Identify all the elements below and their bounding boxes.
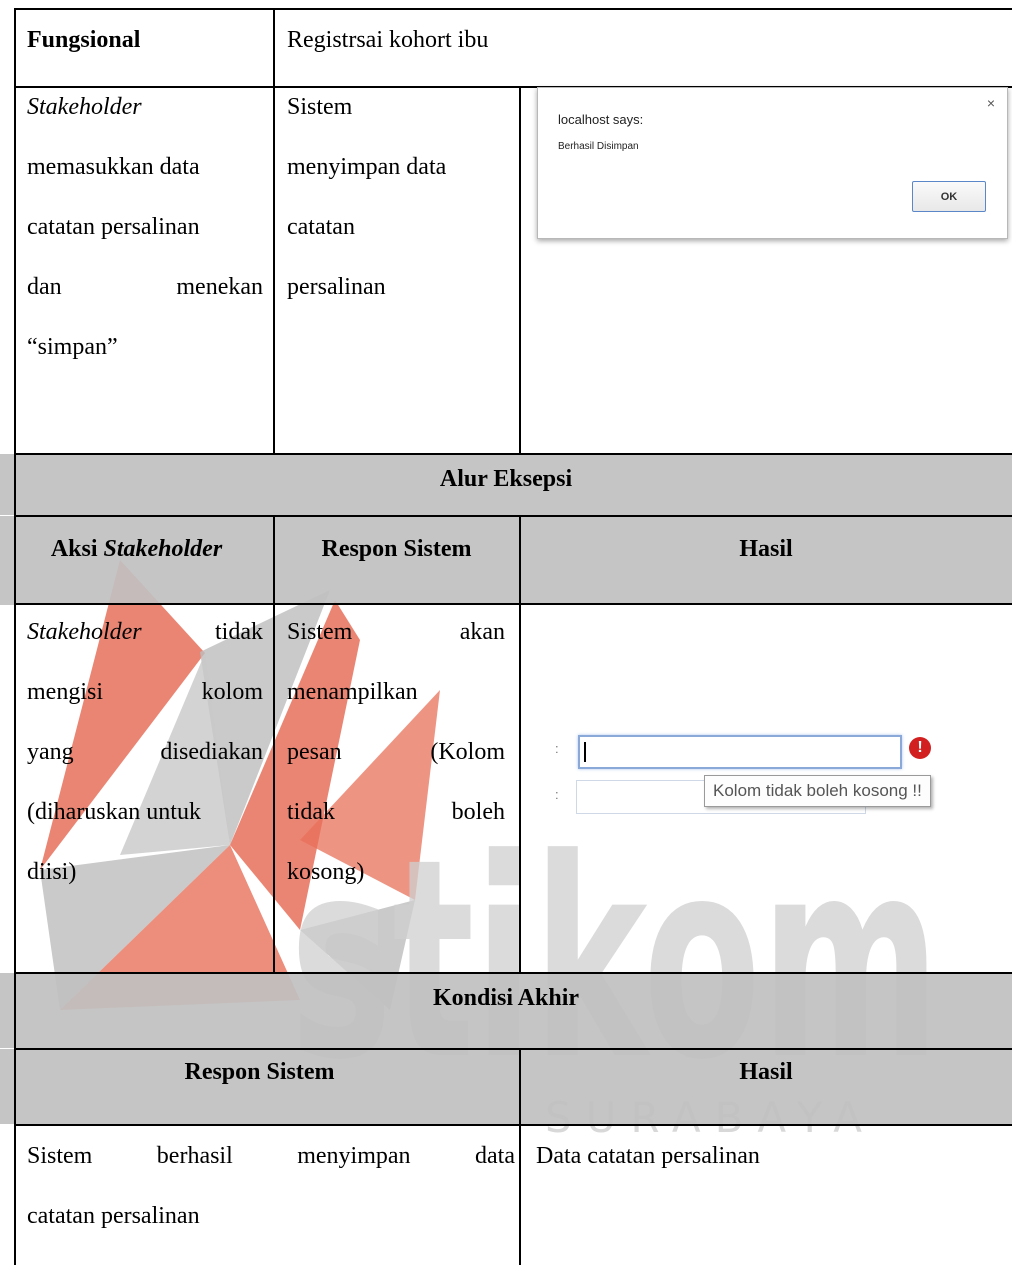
normal-stakeholder-line-2: memasukkan data xyxy=(27,154,200,180)
text-caret xyxy=(584,742,586,762)
alur-eksepsi-heading: Alur Eksepsi xyxy=(0,454,1012,515)
kondisi-hasil-text: Data catatan persalinan xyxy=(536,1126,996,1186)
table-rule xyxy=(14,1048,1012,1050)
kondisi-hasil-line-1: Data catatan persalinan xyxy=(536,1143,760,1169)
exception-system-line-4: tidak boleh xyxy=(287,782,505,842)
table-rule xyxy=(519,1048,521,1265)
exception-system-line-3: pesan (Kolom xyxy=(287,722,505,782)
word: boleh xyxy=(451,799,505,825)
exception-stakeholder-line-3: yang disediakan xyxy=(27,722,263,782)
kondisi-hasil-header: Hasil xyxy=(520,1049,1012,1124)
exception-system-line-1: Sistem akan xyxy=(287,602,505,662)
word: Stakeholder xyxy=(27,619,142,645)
col-respon-sistem-header: Respon Sistem xyxy=(274,516,519,605)
kondisi-respon-line-2: catatan persalinan xyxy=(27,1203,200,1229)
word: data xyxy=(475,1143,515,1169)
table-rule xyxy=(14,603,1012,605)
table-rule xyxy=(14,972,1012,974)
word: pesan xyxy=(287,739,342,765)
col-aksi-stakeholder-header: Aksi Stakeholder xyxy=(0,516,273,605)
normal-stakeholder-text: Stakeholder memasukkan data catatan pers… xyxy=(27,77,263,377)
exception-system-line-2: menampilkan xyxy=(287,679,418,705)
normal-system-line-2: menyimpan data xyxy=(287,154,447,180)
table-rule xyxy=(273,515,275,973)
word: berhasil xyxy=(156,1143,233,1169)
word: (Kolom xyxy=(430,739,505,765)
normal-stakeholder-line-5: “simpan” xyxy=(27,334,118,360)
exception-stakeholder-line-2: mengisi kolom xyxy=(27,662,263,722)
fungsional-label: Fungsional xyxy=(27,27,141,53)
dialog-title: localhost says: xyxy=(558,112,644,127)
word: dan xyxy=(27,274,62,300)
table-rule xyxy=(519,86,521,454)
col-hasil-header: Hasil xyxy=(520,516,1012,605)
table-rule xyxy=(14,1124,1012,1126)
required-input-focused[interactable] xyxy=(578,735,902,769)
normal-system-line-4: persalinan xyxy=(287,274,386,300)
word: mengisi xyxy=(27,679,103,705)
normal-stakeholder-line-4: dan menekan xyxy=(27,257,263,317)
form-colon-1: : xyxy=(555,741,559,756)
dialog-message: Berhasil Disimpan xyxy=(558,141,639,152)
word: tidak xyxy=(215,619,263,645)
word: yang xyxy=(27,739,74,765)
normal-system-line-3: catatan xyxy=(287,214,355,240)
kondisi-respon-text: Sistem berhasil menyimpan data catatan p… xyxy=(27,1126,515,1246)
normal-stakeholder-line-3: catatan persalinan xyxy=(27,214,200,240)
exception-stakeholder-text: Stakeholder tidak mengisi kolom yang dis… xyxy=(27,602,263,902)
alert-dialog: localhost says: Berhasil Disimpan × OK xyxy=(537,87,1008,239)
exception-system-text: Sistem akan menampilkan pesan (Kolom tid… xyxy=(287,602,505,902)
table-rule xyxy=(14,515,1012,517)
kondisi-respon-header: Respon Sistem xyxy=(0,1049,519,1124)
exception-stakeholder-line-5: diisi) xyxy=(27,859,77,885)
normal-system-text: Sistem menyimpan data catatan persalinan xyxy=(287,77,505,317)
form-colon-2: : xyxy=(555,787,559,802)
word: disediakan xyxy=(160,739,263,765)
table-rule xyxy=(273,8,275,454)
exception-stakeholder-line-4: (diharuskan untuk xyxy=(27,799,201,825)
error-icon: ! xyxy=(909,737,931,759)
ok-button[interactable]: OK xyxy=(912,181,986,212)
word: tidak xyxy=(287,799,335,825)
table-rule xyxy=(14,8,1012,10)
col-aksi-prefix: Aksi xyxy=(50,536,104,562)
word: Sistem xyxy=(27,1143,93,1169)
word: Sistem xyxy=(287,619,353,645)
word: menyimpan xyxy=(297,1143,411,1169)
word: menekan xyxy=(176,274,263,300)
table-rule xyxy=(14,453,1012,455)
col-aksi-italic: Stakeholder xyxy=(103,536,223,562)
close-icon[interactable]: × xyxy=(987,95,995,111)
exception-stakeholder-line-1: Stakeholder tidak xyxy=(27,602,263,662)
fungsional-value: Registrsai kohort ibu xyxy=(287,27,489,53)
table-rule xyxy=(14,8,16,1265)
validation-tooltip: Kolom tidak boleh kosong !! xyxy=(704,775,931,807)
word: kolom xyxy=(201,679,263,705)
kondisi-akhir-heading: Kondisi Akhir xyxy=(0,973,1012,1048)
word: akan xyxy=(459,619,505,645)
exception-system-line-5: kosong) xyxy=(287,859,365,885)
kondisi-respon-line-1: Sistem berhasil menyimpan data xyxy=(27,1126,515,1186)
table-rule xyxy=(519,515,521,973)
